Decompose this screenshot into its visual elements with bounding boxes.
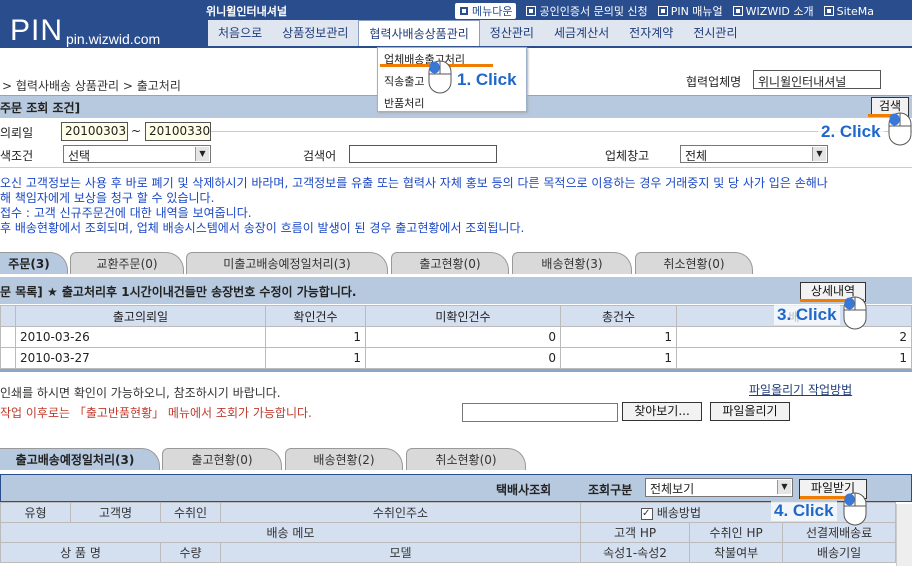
browse-button[interactable]: 찾아보기... <box>622 402 702 421</box>
menu-home[interactable]: 처음으로 <box>208 20 272 46</box>
tab-shipping-status[interactable]: 출고현황(0) <box>162 448 282 470</box>
annotation-step-1: 1. Click <box>454 70 520 90</box>
courier-lookup-link[interactable]: 택배사조회 <box>496 481 551 498</box>
col-header: 확인건수 <box>265 305 366 327</box>
top-link-about[interactable]: WIZWID 소개 <box>732 3 814 19</box>
annotation-step-4: 4. Click <box>771 501 837 521</box>
main-menu: 처음으로 상품정보관리 협력사배송상품관리 정산관리 세금계산서 전자계약 전시… <box>208 20 912 46</box>
date-label: 의뢰일 <box>0 126 34 140</box>
condition-select[interactable]: 선택 ▼ <box>63 145 211 163</box>
submenu-returns[interactable]: 반품처리 <box>378 92 526 114</box>
tab-exchange[interactable]: 교환주문(0) <box>70 252 184 274</box>
return-note: 작업 이후로는 「출고반품현황」 메뉴에서 조회가 가능합니다. <box>0 406 312 420</box>
chevron-down-icon: ▼ <box>812 147 826 161</box>
top-link-menu-down[interactable]: 메뉴다운 <box>455 3 517 19</box>
tab-orders[interactable]: 주문(3) <box>0 252 68 274</box>
tab-cancel-status[interactable]: 취소현황(0) <box>635 252 753 274</box>
upload-button[interactable]: 파일올리기 <box>710 402 790 421</box>
top-link-sitemap[interactable]: SiteMa <box>823 3 874 19</box>
menu-product-info[interactable]: 상품정보관리 <box>272 20 358 46</box>
square-icon <box>823 6 834 16</box>
table-row[interactable]: 2010-03-26 1 0 1 2 <box>0 326 912 348</box>
col-header: 총건수 <box>560 305 677 327</box>
partner-label: 협력업체명 <box>686 75 742 89</box>
annotation-step-3: 3. Click <box>774 305 840 325</box>
date-tilde: ~ <box>131 124 142 138</box>
square-icon <box>459 6 469 16</box>
tab-cancel-status[interactable]: 취소현황(0) <box>406 448 526 470</box>
company-name: 위니윌인터내셔널 <box>206 5 287 18</box>
tab-delivery-status[interactable]: 배송현황(3) <box>512 252 632 274</box>
menu-partner-shipping[interactable]: 협력사배송상품관리 <box>358 20 480 46</box>
keyword-input[interactable] <box>349 145 497 163</box>
mouse-icon <box>888 112 912 146</box>
square-icon <box>657 6 668 16</box>
notice-text: 오신 고객정보는 사용 후 바로 폐기 및 삭제하시기 바라며, 고객정보를 유… <box>0 176 828 235</box>
date-to-field[interactable]: 20100330 <box>145 122 211 141</box>
square-icon <box>732 6 743 16</box>
condition-label: 색조건 <box>0 149 34 163</box>
mouse-icon <box>428 60 452 94</box>
chevron-down-icon: ▼ <box>195 147 209 161</box>
print-note: 인쇄를 하시면 확인이 가능하오니, 참조하시기 바랍니다. <box>0 386 281 400</box>
menu-e-contract[interactable]: 전자계약 <box>619 20 683 46</box>
tab-delivery-status[interactable]: 배송현황(2) <box>285 448 403 470</box>
chevron-down-icon: ▼ <box>777 480 791 494</box>
warehouse-label: 업체창고 <box>605 149 650 163</box>
logo-domain: pin.wizwid.com <box>66 31 161 47</box>
partner-name-field[interactable]: 위니윌인터내셔널 <box>753 70 881 89</box>
divider <box>0 167 912 168</box>
file-path-input[interactable] <box>462 403 618 422</box>
view-type-label: 조회구분 <box>588 483 633 497</box>
lower-tabs: 출고배송예정일처리(3) 출고현황(0) 배송현황(2) 취소현황(0) <box>0 448 912 472</box>
menu-settlement[interactable]: 정산관리 <box>480 20 544 46</box>
breadcrumb: > 협력사배송 상품관리 > 출고처리 <box>2 79 181 93</box>
tab-scheduled[interactable]: 출고배송예정일처리(3) <box>0 448 160 470</box>
order-tabs: 주문(3) 교환주문(0) 미출고배송예정일처리(3) 출고현황(0) 배송현황… <box>0 252 912 275</box>
checkbox-icon[interactable]: ✓ <box>641 507 653 520</box>
keyword-label: 검색어 <box>303 149 337 163</box>
tab-shipping-status[interactable]: 출고현황(0) <box>391 252 509 274</box>
menu-display[interactable]: 전시관리 <box>683 20 747 46</box>
upload-guide-link[interactable]: 파일올리기 작업방법 <box>749 381 852 398</box>
col-header: 출고의뢰일 <box>15 305 266 327</box>
scrollbar[interactable] <box>896 504 912 566</box>
list-section-title: 문 목록] ★ 출고처리후 1시간이내건들만 송장번호 수정이 가능합니다. <box>0 285 357 299</box>
top-link-manual[interactable]: PIN 매뉴얼 <box>657 3 723 19</box>
warehouse-select[interactable]: 전체 ▼ <box>680 145 828 163</box>
top-links: 메뉴다운 공인인증서 문의및 신청 PIN 매뉴얼 WIZWID 소개 Site… <box>455 3 874 19</box>
search-section-title: 주문 조회 조건] <box>0 101 81 115</box>
date-from-field[interactable]: 20100303 <box>61 122 128 141</box>
mouse-icon <box>843 492 867 526</box>
view-type-select[interactable]: 전체보기 ▼ <box>645 478 793 497</box>
divider <box>211 131 912 132</box>
mouse-icon <box>843 296 867 330</box>
table-row[interactable]: 2010-03-27 1 0 1 1 <box>0 347 912 369</box>
square-icon <box>526 6 537 16</box>
annotation-step-2: 2. Click <box>818 122 884 142</box>
col-header: 미확인건수 <box>365 305 561 327</box>
logo: PIN <box>10 14 64 47</box>
menu-tax-invoice[interactable]: 세금계산서 <box>544 20 619 46</box>
tab-unshipped[interactable]: 미출고배송예정일처리(3) <box>186 252 388 274</box>
top-link-cert[interactable]: 공인인증서 문의및 신청 <box>526 3 648 19</box>
